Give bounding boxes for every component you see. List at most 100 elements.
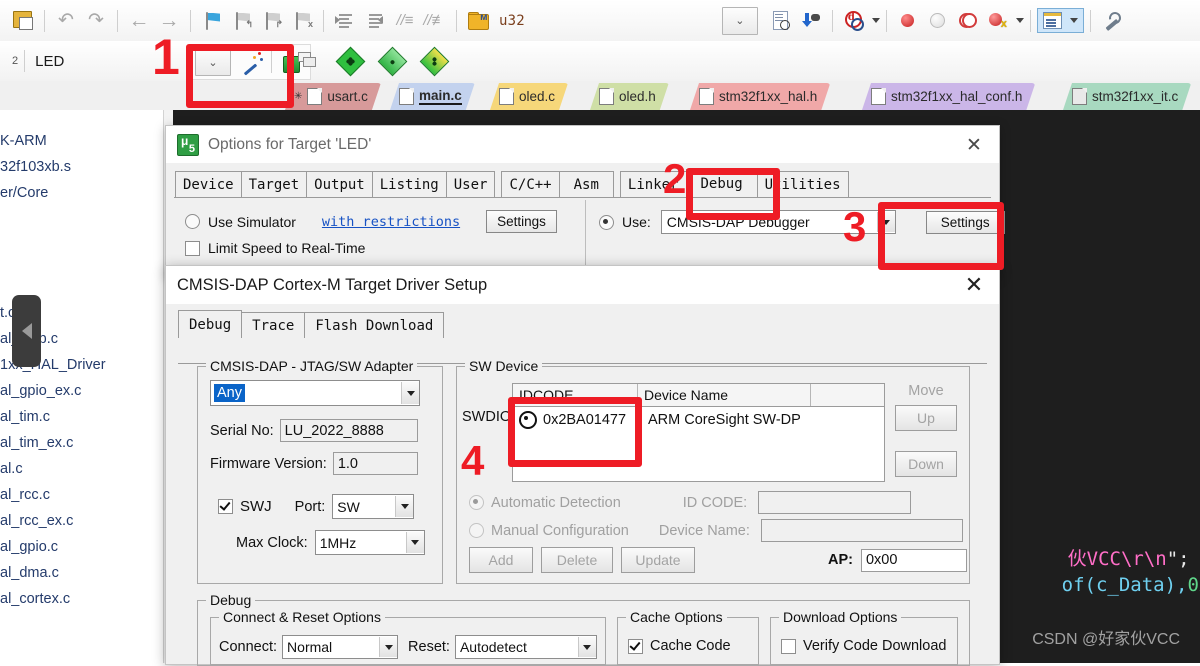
tree-item[interactable]	[0, 206, 163, 232]
download-to-flash-icon[interactable]	[796, 6, 826, 36]
target-options-dropdown[interactable]: ⌄	[721, 6, 758, 35]
bookmark-clear-icon[interactable]: x	[287, 6, 317, 36]
table-row[interactable]: 0x2BA01477 ARM CoreSight SW-DP	[513, 407, 884, 433]
editor-tab-stm32f1xx-hal-conf-h[interactable]: stm32f1xx_hal_conf.h	[862, 83, 1035, 110]
with-restrictions-link[interactable]: with restrictions	[322, 214, 460, 230]
manage-windows-chevron-down-icon[interactable]	[1069, 18, 1078, 23]
uncomment-block-icon[interactable]: //≢	[420, 6, 450, 36]
reset-select[interactable]: Autodetect	[454, 635, 597, 659]
delete-button[interactable]: Delete	[541, 547, 613, 573]
tab-user[interactable]: User	[445, 171, 496, 197]
tree-item[interactable]: al_rcc_ex.c	[0, 508, 163, 534]
disable-breakpoint-icon[interactable]	[923, 6, 953, 36]
tree-item[interactable]: al_dma.c	[0, 560, 163, 586]
collapse-sidebar-handle[interactable]	[12, 295, 41, 367]
editor-tab-oled-h[interactable]: oled.h	[590, 83, 669, 110]
automatic-detection-radio[interactable]	[469, 495, 484, 510]
row-selected-radio-icon[interactable]	[519, 411, 537, 429]
close-icon[interactable]: ✕	[955, 270, 993, 300]
simulator-settings-button[interactable]: Settings	[486, 210, 557, 233]
open-build-log-icon[interactable]	[766, 6, 796, 36]
chevron-down-icon[interactable]	[577, 637, 596, 657]
manual-configuration-radio[interactable]	[469, 523, 484, 538]
manage-windows-button[interactable]	[1036, 8, 1084, 33]
tab-debug[interactable]: Debug	[178, 310, 243, 338]
find-in-files-icon[interactable]: ᴍ	[463, 6, 493, 36]
editor-tab-main-c[interactable]: main.c	[390, 83, 475, 110]
editor-tab-usart-c[interactable]: ✳ usart.c	[285, 83, 381, 110]
tab-linker[interactable]: Linker	[619, 171, 687, 197]
move-down-button[interactable]: Down	[895, 451, 957, 477]
insert-breakpoint-icon[interactable]	[893, 6, 923, 36]
tab-asm[interactable]: Asm	[558, 171, 614, 197]
breakpoints-chevron-down-icon[interactable]	[1015, 18, 1024, 23]
chevron-down-icon[interactable]	[405, 532, 424, 553]
editor-tab-stm32f1xx-it-c[interactable]: stm32f1xx_it.c	[1063, 83, 1191, 110]
target-selector-dropdown[interactable]: ⌄	[195, 48, 231, 76]
navigate-back-icon[interactable]: ←	[124, 6, 154, 36]
indent-decrease-icon[interactable]	[360, 6, 390, 36]
tab-flash-download[interactable]: Flash Download	[304, 312, 445, 338]
use-simulator-radio[interactable]	[185, 214, 200, 229]
tree-item[interactable]: al_rcc.c	[0, 482, 163, 508]
tab-output[interactable]: Output	[306, 171, 373, 197]
add-button[interactable]: Add	[469, 547, 533, 573]
debug-session-chevron-down-icon[interactable]	[871, 18, 880, 23]
bookmark-next-icon[interactable]: ↱	[257, 6, 287, 36]
chevron-down-icon[interactable]	[401, 382, 419, 404]
configure-target-options-icon[interactable]	[1097, 6, 1127, 36]
editor-tab-stm32f1xx-hal-h[interactable]: stm32f1xx_hal.h	[690, 83, 830, 110]
editor-tab-oled-c[interactable]: oled.c	[490, 83, 568, 110]
kill-all-breakpoints-icon[interactable]: x	[983, 6, 1013, 36]
tab-device[interactable]: Device	[175, 171, 242, 197]
build-icon[interactable]	[335, 46, 365, 76]
ap-field[interactable]: 0x00	[860, 548, 967, 572]
connect-select[interactable]: Normal	[282, 635, 399, 659]
tab-target[interactable]: Target	[240, 171, 308, 197]
undo-icon[interactable]: ↶	[51, 6, 81, 36]
tab-c-cpp[interactable]: C/C++	[501, 171, 560, 197]
tree-item[interactable]: al_tim.c	[0, 404, 163, 430]
comment-block-icon[interactable]: //≡	[390, 6, 420, 36]
indent-increase-icon[interactable]	[330, 6, 360, 36]
tree-item[interactable]: al_gpio_ex.c	[0, 378, 163, 404]
chevron-down-icon[interactable]	[379, 637, 398, 657]
verify-code-download-checkbox[interactable]	[781, 638, 796, 654]
max-clock-select[interactable]: 1MHz	[314, 530, 425, 555]
debugger-select[interactable]: CMSIS-DAP Debugger	[660, 210, 896, 234]
manage-project-items-icon[interactable]	[293, 46, 323, 76]
tab-listing[interactable]: Listing	[371, 171, 447, 197]
adapter-select[interactable]: Any	[210, 380, 420, 406]
save-all-icon[interactable]	[8, 6, 38, 36]
project-tree[interactable]: K-ARM 32f103xb.s er/Core t.c al_msp.c 1x…	[0, 110, 163, 663]
bookmark-prev-icon[interactable]: ↰	[227, 6, 257, 36]
update-button[interactable]: Update	[621, 547, 695, 573]
close-icon[interactable]: ✕	[955, 130, 993, 160]
chevron-down-icon[interactable]	[395, 496, 414, 517]
move-up-button[interactable]: Up	[895, 405, 957, 431]
start-debug-session-icon[interactable]: d	[839, 6, 869, 36]
tree-item[interactable]: al_gpio.c	[0, 534, 163, 560]
batch-build-icon[interactable]	[419, 46, 449, 76]
disable-all-breakpoints-icon[interactable]	[953, 6, 983, 36]
configuration-wizard-icon[interactable]	[237, 47, 267, 77]
tab-utilities[interactable]: Utilities	[756, 171, 849, 197]
redo-icon[interactable]: ↷	[81, 6, 111, 36]
tree-item[interactable]: al_cortex.c	[0, 586, 163, 612]
port-select[interactable]: SW	[332, 494, 415, 519]
navigate-forward-icon[interactable]: →	[154, 6, 184, 36]
swj-checkbox[interactable]	[218, 499, 233, 514]
bookmark-toggle-icon[interactable]	[197, 6, 227, 36]
device-table-body[interactable]: 0x2BA01477 ARM CoreSight SW-DP	[512, 407, 885, 482]
cache-code-checkbox[interactable]	[628, 638, 643, 654]
limit-speed-checkbox[interactable]	[185, 240, 200, 256]
use-hardware-radio[interactable]	[599, 214, 614, 230]
chevron-down-icon[interactable]	[876, 212, 895, 232]
tree-item[interactable]: 32f103xb.s	[0, 154, 163, 180]
tab-debug[interactable]: Debug	[685, 169, 758, 197]
tree-item[interactable]: al.c	[0, 456, 163, 482]
rebuild-icon[interactable]	[377, 46, 407, 76]
tree-item[interactable]	[0, 232, 163, 258]
debugger-settings-button[interactable]: Settings	[925, 210, 1005, 234]
tree-item[interactable]: K-ARM	[0, 128, 163, 154]
